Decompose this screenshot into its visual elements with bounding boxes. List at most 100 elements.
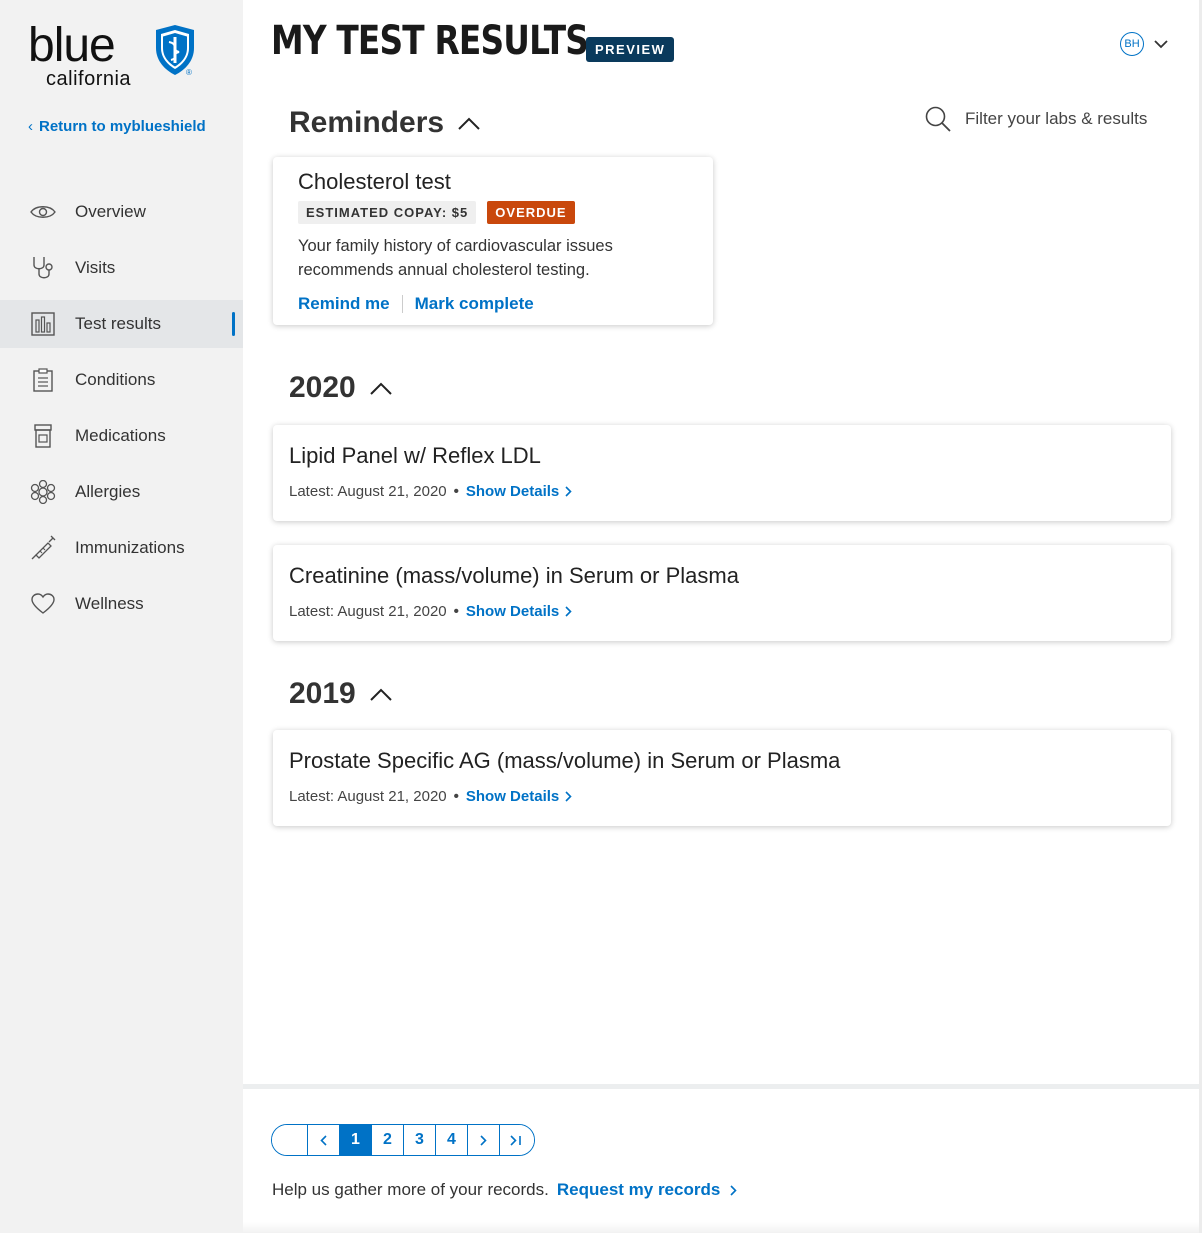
logo-subtext: california: [46, 68, 132, 90]
year-heading: 2019: [289, 677, 356, 710]
next-page-button[interactable]: [468, 1125, 500, 1155]
latest-date: Latest: August 21, 2020: [289, 788, 447, 805]
sidebar-item-immunizations[interactable]: Immunizations: [0, 524, 243, 572]
sidebar-item-label: Visits: [75, 258, 116, 277]
sidebar-item-conditions[interactable]: Conditions: [0, 356, 243, 404]
chevron-right-icon: [480, 1134, 487, 1146]
result-card: Lipid Panel w/ Reflex LDL Latest: August…: [273, 425, 1171, 521]
request-records-label: Request my records: [556, 1180, 721, 1199]
result-card: Creatinine (mass/volume) in Serum or Pla…: [273, 545, 1171, 641]
sidebar-item-wellness[interactable]: Wellness: [0, 580, 243, 628]
reminder-card: Cholesterol test ESTIMATED COPAY: $5 OVE…: [273, 157, 713, 325]
result-meta: Latest: August 21, 2020 • Show Details: [289, 483, 1155, 500]
divider: [401, 295, 403, 313]
footer-divider: [243, 1084, 1202, 1089]
show-details-link[interactable]: Show Details: [466, 788, 572, 805]
stethoscope-icon: [30, 255, 56, 281]
sidebar-nav: Overview Visits Test results Conditions …: [0, 188, 243, 636]
result-meta: Latest: August 21, 2020 • Show Details: [289, 603, 1155, 620]
bar-chart-icon: [30, 311, 56, 337]
heart-icon: [30, 591, 56, 617]
chevron-right-icon: [565, 791, 572, 802]
reminders-section-toggle[interactable]: Reminders: [289, 106, 480, 140]
sidebar-item-label: Conditions: [75, 370, 156, 389]
avatar: BH: [1120, 32, 1144, 56]
sidebar-item-allergies[interactable]: Allergies: [0, 468, 243, 516]
chevron-left-icon: ‹: [28, 118, 33, 135]
bullet-separator: •: [453, 603, 459, 620]
year-2019-section-toggle[interactable]: 2019: [289, 677, 392, 711]
chevron-right-icon: [565, 606, 572, 617]
return-to-myblueshield-link[interactable]: ‹ Return to myblueshield: [28, 118, 206, 135]
sidebar-item-medications[interactable]: Medications: [0, 412, 243, 460]
chevron-up-icon: [370, 382, 392, 395]
reminder-description: Your family history of cardiovascular is…: [298, 237, 613, 279]
chevron-right-icon: [730, 1184, 737, 1196]
first-page-button[interactable]: [272, 1125, 308, 1155]
chevron-up-icon: [458, 117, 480, 130]
result-title: Lipid Panel w/ Reflex LDL: [289, 443, 541, 468]
show-details-label: Show Details: [465, 483, 560, 500]
mark-complete-link[interactable]: Mark complete: [415, 294, 534, 314]
sidebar-item-label: Medications: [75, 426, 166, 445]
reminder-title: Cholesterol test: [298, 169, 451, 194]
result-title: Creatinine (mass/volume) in Serum or Pla…: [289, 563, 739, 588]
sidebar-item-overview[interactable]: Overview: [0, 188, 243, 236]
last-page-button[interactable]: [500, 1125, 534, 1155]
clipboard-icon: [30, 367, 56, 393]
show-details-link[interactable]: Show Details: [466, 603, 572, 620]
copay-badge: ESTIMATED COPAY: $5: [298, 201, 477, 224]
logo-word: blue: [28, 19, 116, 72]
syringe-icon: [30, 535, 56, 561]
main-content: MY TEST RESULTS PREVIEW BH Reminders Cho…: [243, 0, 1202, 1233]
sidebar-item-label: Wellness: [75, 594, 144, 613]
result-title: Prostate Specific AG (mass/volume) in Se…: [289, 748, 841, 773]
chevron-up-icon: [370, 688, 392, 701]
reminder-badges: ESTIMATED COPAY: $5 OVERDUE: [298, 201, 688, 224]
filter-field[interactable]: [925, 106, 1175, 132]
registered-mark-icon: ®: [186, 68, 192, 77]
latest-date: Latest: August 21, 2020: [289, 483, 447, 500]
previous-page-button[interactable]: [308, 1125, 340, 1155]
pollen-icon: [30, 479, 56, 505]
sidebar: blue california ® ‹ Return to myblueshiel…: [0, 0, 243, 1233]
result-meta: Latest: August 21, 2020 • Show Details: [289, 788, 1155, 805]
remind-me-link[interactable]: Remind me: [298, 294, 390, 314]
reminder-actions: Remind me Mark complete: [298, 294, 688, 314]
search-icon: [925, 106, 951, 132]
page-title: MY TEST RESULTS: [271, 18, 589, 64]
help-text: Help us gather more of your records.: [272, 1180, 549, 1199]
pill-bottle-icon: [30, 423, 56, 449]
sidebar-item-label: Overview: [75, 202, 146, 221]
chevron-right-icon: [565, 486, 572, 497]
sidebar-item-visits[interactable]: Visits: [0, 244, 243, 292]
show-details-label: Show Details: [465, 603, 560, 620]
chevron-left-icon: [320, 1134, 327, 1146]
year-2020-section-toggle[interactable]: 2020: [289, 371, 392, 405]
return-link-label: Return to myblueshield: [39, 118, 206, 135]
sidebar-item-label: Test results: [75, 314, 161, 333]
blue-shield-logo[interactable]: blue california ®: [28, 22, 208, 92]
latest-date: Latest: August 21, 2020: [289, 603, 447, 620]
filter-input[interactable]: [965, 109, 1175, 129]
bottom-strip: [243, 1222, 1202, 1233]
sidebar-item-test-results[interactable]: Test results: [0, 300, 243, 348]
year-heading: 2020: [289, 371, 356, 404]
page-button-3[interactable]: 3: [404, 1125, 436, 1155]
status-badge: OVERDUE: [487, 201, 575, 224]
bullet-separator: •: [453, 788, 459, 805]
show-details-label: Show Details: [465, 788, 560, 805]
show-details-link[interactable]: Show Details: [466, 483, 572, 500]
preview-badge: PREVIEW: [586, 37, 675, 62]
result-card: Prostate Specific AG (mass/volume) in Se…: [273, 730, 1171, 826]
request-records-link[interactable]: Request my records: [557, 1180, 737, 1200]
user-menu[interactable]: BH: [1120, 32, 1168, 56]
chevron-down-icon: [1154, 39, 1168, 48]
page-button-2[interactable]: 2: [372, 1125, 404, 1155]
sidebar-item-label: Immunizations: [75, 538, 185, 557]
page-button-1[interactable]: 1: [340, 1125, 372, 1155]
page-button-4[interactable]: 4: [436, 1125, 468, 1155]
eye-icon: [30, 199, 56, 225]
reminders-heading: Reminders: [289, 106, 445, 139]
pagination: 1 2 3 4: [271, 1124, 535, 1156]
